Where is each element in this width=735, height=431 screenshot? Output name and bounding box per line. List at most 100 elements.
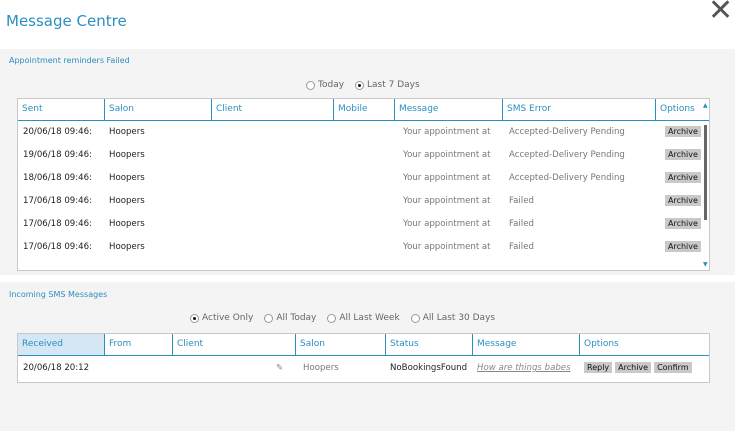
cell-sent: 17/06/18 09:46: (23, 196, 92, 206)
cell-sent: 19/06/18 09:46: (23, 150, 92, 160)
radio-all-last-week[interactable] (327, 313, 337, 323)
radio-active-only[interactable] (190, 313, 199, 323)
cell-sms-error: Failed (509, 219, 534, 229)
cell-salon: Hoopers (109, 127, 145, 137)
cell-received: 20/06/18 20:12 (23, 363, 90, 373)
cell-mobile (333, 236, 394, 259)
cell-message: Your appointment at (403, 219, 491, 229)
incoming-grid: Received From Client Salon Status Messag… (17, 333, 710, 383)
incoming-filter-group: Active Only All Today All Last Week All … (190, 313, 506, 323)
cell-mobile (333, 167, 394, 190)
filter-all-today-label: All Today (276, 313, 317, 323)
cell-client (211, 190, 333, 213)
cell-sent: 18/06/18 09:46: (23, 173, 92, 183)
cell-sent: 17/06/18 09:46: (23, 242, 92, 252)
col-received[interactable]: Received (18, 334, 104, 355)
incoming-grid-header: Received From Client Salon Status Messag… (18, 334, 709, 356)
cell-options: Archive (660, 213, 706, 236)
col-status[interactable]: Status (385, 334, 472, 355)
col-message[interactable]: Message (394, 99, 502, 120)
cell-options: Archive (660, 167, 706, 190)
col-client[interactable]: Client (211, 99, 333, 120)
archive-button[interactable]: Archive (665, 218, 701, 229)
cell-client (211, 167, 333, 190)
scroll-down-icon[interactable]: ▼ (703, 262, 708, 268)
archive-button[interactable]: Archive (615, 362, 652, 373)
cell-sms-error: Accepted-Delivery Pending (509, 173, 625, 183)
filter-active-only-label: Active Only (202, 313, 254, 323)
col-sms-error[interactable]: SMS Error (502, 99, 655, 120)
col-options[interactable]: Options (655, 99, 705, 120)
filter-all-last-30-days-label: All Last 30 Days (422, 313, 496, 323)
reminders-filter-group: Today Last 7 Days (306, 80, 431, 90)
archive-button[interactable]: Archive (665, 172, 701, 183)
radio-all-today[interactable] (264, 313, 274, 323)
col-options[interactable]: Options (579, 334, 709, 355)
cell-client (211, 121, 333, 144)
scroll-up-icon[interactable]: ▲ (703, 103, 708, 109)
filter-last-7-days[interactable]: Last 7 Days (355, 80, 420, 90)
cell-client (211, 144, 333, 167)
cell-message: Your appointment at (403, 196, 491, 206)
cell-sms-error: Failed (509, 196, 534, 206)
filter-active-only[interactable]: Active Only (190, 313, 253, 323)
page-title: Message Centre (6, 12, 127, 30)
archive-button[interactable]: Archive (665, 241, 701, 252)
cell-salon: Hoopers (303, 363, 339, 373)
filter-all-last-week[interactable]: All Last Week (327, 313, 400, 323)
reminders-section-title: Appointment reminders Failed (9, 56, 130, 65)
cell-sms-error: Failed (509, 242, 534, 252)
pencil-icon[interactable]: ✎ (276, 357, 283, 380)
filter-all-last-week-label: All Last Week (339, 313, 400, 323)
incoming-section-title: Incoming SMS Messages (9, 290, 108, 299)
radio-today[interactable] (306, 80, 315, 90)
cell-sms-error: Accepted-Delivery Pending (509, 150, 625, 160)
reminders-grid: Sent Salon Client Mobile Message SMS Err… (17, 98, 710, 271)
archive-button[interactable]: Archive (665, 195, 701, 206)
cell-options: Archive (660, 190, 706, 213)
filter-today[interactable]: Today (306, 80, 344, 90)
cell-mobile (333, 213, 394, 236)
cell-salon: Hoopers (109, 196, 145, 206)
filter-all-today[interactable]: All Today (264, 313, 316, 323)
cell-salon: Hoopers (109, 219, 145, 229)
col-salon[interactable]: Salon (295, 334, 385, 355)
confirm-button[interactable]: Confirm (654, 362, 692, 373)
col-sent[interactable]: Sent (18, 99, 104, 120)
cell-mobile (333, 190, 394, 213)
cell-options: Archive (660, 236, 706, 259)
cell-message: Your appointment at (403, 127, 491, 137)
cell-salon: Hoopers (109, 150, 145, 160)
message-link[interactable]: How are things babes (477, 363, 571, 373)
cell-message: Your appointment at (403, 173, 491, 183)
cell-sms-error: Accepted-Delivery Pending (509, 127, 625, 137)
cell-sent: 17/06/18 09:46: (23, 219, 92, 229)
cell-salon: Hoopers (109, 173, 145, 183)
reminders-grid-header: Sent Salon Client Mobile Message SMS Err… (18, 99, 709, 121)
cell-status: NoBookingsFound (390, 363, 468, 373)
cell-options: Archive (660, 121, 706, 144)
reminders-panel: Appointment reminders Failed Today Last … (0, 49, 735, 275)
radio-last-7-days[interactable] (355, 80, 365, 90)
col-from[interactable]: From (104, 334, 172, 355)
filter-today-label: Today (318, 80, 345, 90)
cell-client: ✎ (172, 357, 295, 380)
reply-button[interactable]: Reply (584, 362, 613, 373)
cell-from (104, 357, 172, 380)
col-client[interactable]: Client (172, 334, 295, 355)
filter-all-last-30-days[interactable]: All Last 30 Days (410, 313, 496, 323)
reminders-scrollbar[interactable]: ▲ ▼ (703, 103, 708, 268)
cell-client (211, 236, 333, 259)
col-message[interactable]: Message (472, 334, 579, 355)
filter-last-7-days-label: Last 7 Days (367, 80, 420, 90)
cell-message: How are things babes (472, 357, 580, 380)
cell-message: Your appointment at (403, 242, 491, 252)
archive-button[interactable]: Archive (665, 149, 701, 160)
close-icon[interactable]: ✕ (708, 0, 733, 26)
scroll-thumb[interactable] (704, 125, 707, 220)
archive-button[interactable]: Archive (665, 126, 701, 137)
col-mobile[interactable]: Mobile (333, 99, 394, 120)
cell-message: Your appointment at (403, 150, 491, 160)
radio-all-last-30-days[interactable] (410, 313, 420, 323)
col-salon[interactable]: Salon (104, 99, 211, 120)
